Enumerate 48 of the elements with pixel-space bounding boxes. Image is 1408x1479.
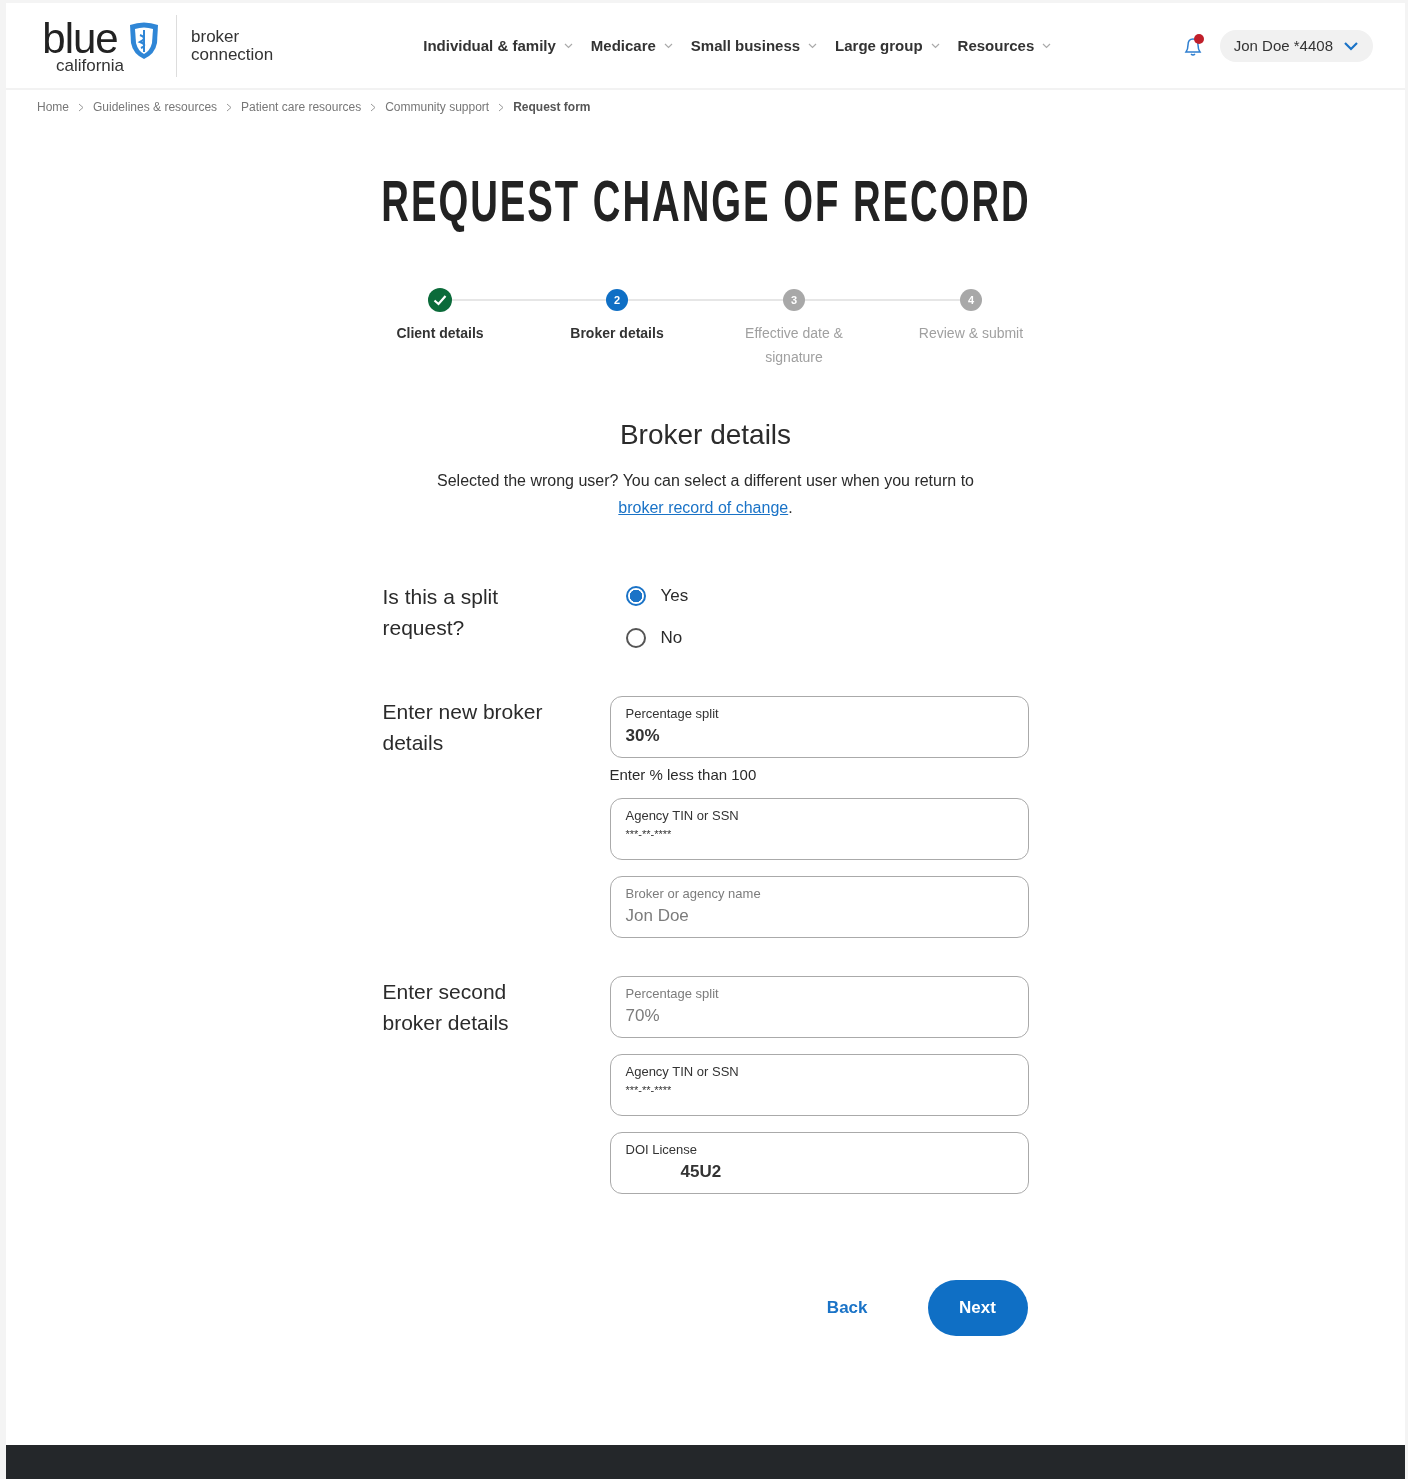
- nav-menu-item[interactable]: Large group: [835, 37, 940, 54]
- breadcrumb-link[interactable]: Guidelines & resources: [93, 100, 218, 114]
- step-number: 2: [606, 289, 628, 311]
- step-number: 3: [783, 289, 805, 311]
- next-button[interactable]: Next: [927, 1280, 1028, 1336]
- breadcrumb-link[interactable]: Patient care resources: [241, 100, 362, 114]
- step-label: Broker details: [569, 324, 665, 343]
- page-title: REQUEST CHANGE OF RECORD: [380, 172, 1031, 230]
- breadcrumb-link[interactable]: Home: [37, 100, 69, 114]
- nav-menu-item[interactable]: Small business: [690, 37, 818, 54]
- input-field[interactable]: Agency TIN or SSN ***-**-****: [609, 1054, 1029, 1116]
- nav-menu-item[interactable]: Resources: [957, 37, 1052, 54]
- chevron-down-icon: [1042, 42, 1052, 49]
- radio-button[interactable]: [625, 628, 646, 648]
- step-number: 4: [960, 289, 982, 311]
- shield-logo-icon: [128, 20, 161, 61]
- input-field[interactable]: Percentage split 30%: [609, 696, 1029, 758]
- chevron-right-icon: [226, 102, 233, 112]
- chevron-down-icon: [663, 42, 673, 49]
- step-label: Client details: [395, 324, 485, 343]
- chevron-right-icon: [498, 102, 505, 112]
- chevron-down-icon: [930, 42, 940, 49]
- input-field[interactable]: DOI License 45U2: [609, 1132, 1029, 1194]
- input-field[interactable]: Agency TIN or SSN ***-**-****: [609, 798, 1029, 860]
- chevron-right-icon: [370, 102, 377, 112]
- intro-text: Selected the wrong user? You can select a different user when you return to broker record of change.: [436, 471, 975, 518]
- breadcrumb-link[interactable]: Request form: [513, 100, 591, 114]
- chevron-right-icon: [78, 102, 84, 112]
- product-name: broker connection: [191, 27, 274, 64]
- nav-menu-item[interactable]: Medicare: [590, 37, 673, 54]
- chevron-down-icon: [563, 42, 573, 49]
- field-hint: Enter % less than 100: [609, 766, 758, 783]
- back-button[interactable]: Back: [796, 1280, 898, 1336]
- group-label: Enter second broker details: [382, 979, 510, 1036]
- radio-button[interactable]: [625, 586, 646, 606]
- radio-label: Yes: [660, 586, 689, 606]
- question-label: Is this a split request?: [382, 584, 500, 641]
- nav-menu-item[interactable]: Individual & family: [423, 37, 573, 54]
- section-title: Broker details: [618, 419, 793, 451]
- chevron-down-icon: [1343, 40, 1359, 51]
- user-menu-button[interactable]: Jon Doe *4408: [1219, 29, 1373, 62]
- group-label: Enter new broker details: [382, 699, 544, 756]
- radio-label: No: [660, 628, 683, 648]
- step-label: Effective date & signature: [744, 324, 844, 367]
- breadcrumb-link[interactable]: Community support: [385, 100, 490, 114]
- step-label: Review & submit: [917, 324, 1025, 343]
- chevron-down-icon: [808, 42, 818, 49]
- broker-record-link[interactable]: broker record of change: [618, 499, 789, 516]
